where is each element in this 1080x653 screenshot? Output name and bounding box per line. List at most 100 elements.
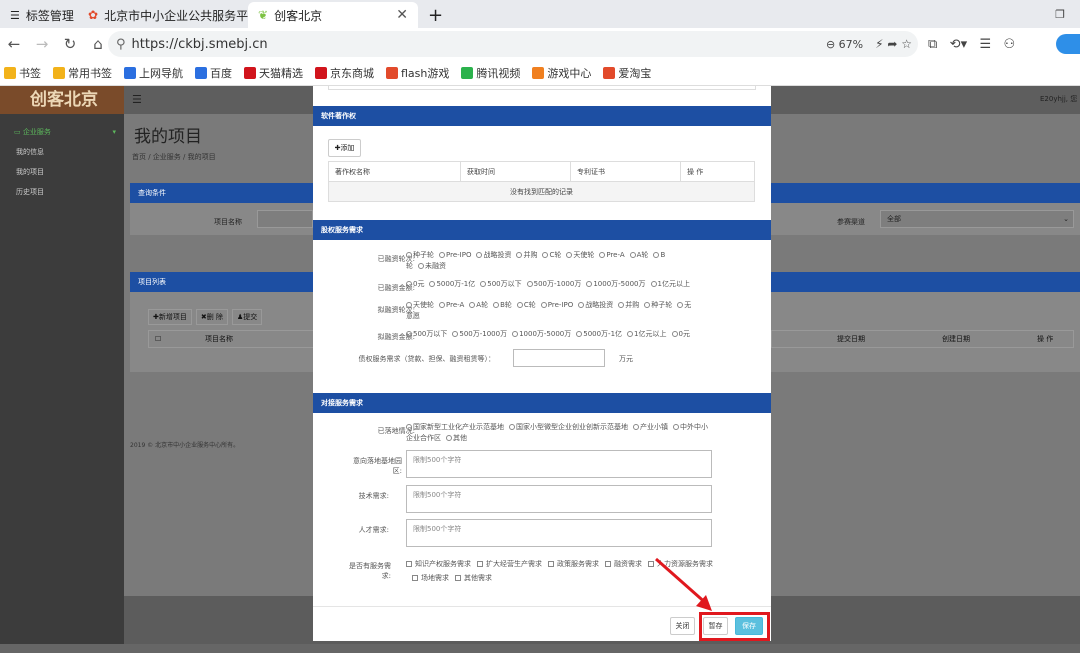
sidebar-item-history[interactable]: 历史项目 [0,182,124,202]
menu-toggle-icon[interactable]: ☰ [132,93,142,106]
service-option-label: 其他需求 [464,574,492,582]
channel-select[interactable]: 全部 ⌄ [880,210,1074,228]
back-icon[interactable]: ← [0,35,28,53]
url-field[interactable]: ⚲ https://ckbj.smebj.cn ⊖ 67% ⚡ ➦ ☆ [108,31,918,57]
toolbar-icons[interactable]: ⧉ ⟲▾ ☰ ⚇ [928,37,1015,52]
chevron-down-icon: ▾ [112,128,116,136]
service-option[interactable]: 场地需求 [412,574,449,582]
bookmark-item[interactable]: flash游戏 [386,65,449,81]
select-all-checkbox[interactable]: ☐ [155,331,161,347]
plan-amount-option[interactable]: 500万以下 [406,330,447,338]
tech-textarea[interactable]: 限制500个字符 [406,485,712,513]
forward-icon[interactable]: → [28,35,56,53]
round-option[interactable]: B [653,251,665,259]
service-option[interactable]: 其他需求 [455,574,492,582]
bookmark-item[interactable]: 常用书签 [53,65,112,81]
plan-round-option[interactable]: Pre-A [439,301,464,309]
plan-round-option[interactable]: 天使轮 [406,301,434,309]
add-software-button[interactable]: ✚添加 [328,139,361,157]
radio-icon [542,252,549,258]
extension-icons[interactable]: ⚡ ➦ ☆ [869,37,918,51]
plan-round-option[interactable]: A轮 [469,301,488,309]
plan-amount-option[interactable]: 0元 [671,330,690,338]
plan-rounds-label: 拟融资轮次: [377,306,415,314]
radio-icon [493,302,500,308]
round-option[interactable]: 战略投资 [476,251,511,259]
bookmark-label: 京东商城 [330,66,374,80]
service-option[interactable]: 扩大经营生产需求 [477,560,542,568]
tab-smebj[interactable]: ✿ 北京市中小企业公共服务平台 [78,2,260,28]
plan-round-option[interactable]: 战略投资 [578,301,613,309]
bookmark-item[interactable]: 天猫精选 [244,65,303,81]
round-option[interactable]: 天使轮 [566,251,594,259]
amount-option[interactable]: 0元 [406,280,424,288]
query-panel-header: 查询条件 [130,183,320,203]
bookmark-item[interactable]: 上网导航 [124,65,183,81]
amount-option[interactable]: 500万以下 [480,280,522,288]
new-tab-button[interactable]: + [418,2,448,28]
base-option[interactable]: 国家小型微型企业创业创新示范基地 [509,423,628,431]
base-option[interactable]: 国家新型工业化产业示范基地 [406,423,504,431]
round-option[interactable]: 并购 [516,251,537,259]
plan-amount-option[interactable]: 500万-1000万 [452,330,507,338]
round-option[interactable]: C轮 [542,251,561,259]
service-option[interactable]: 知识产权服务需求 [406,560,471,568]
submit-label: 提交 [243,313,258,321]
talent-textarea[interactable]: 限制500个字符 [406,519,712,547]
restore-window-icon[interactable]: ❐ [1040,2,1080,28]
user-name[interactable]: E20yhjj, 您 [1040,94,1077,104]
bookmark-item[interactable]: 百度 [195,65,232,81]
intent-base-textarea[interactable]: 限制500个字符 [406,450,712,478]
sidebar-item-my-projects[interactable]: 我的项目 [0,162,124,182]
tab-tag-manager[interactable]: ☰ 标签管理 [0,2,78,28]
plan-round-option[interactable]: Pre-IPO [540,301,573,309]
round-option[interactable]: Pre-IPO [439,251,471,259]
radio-icon [586,281,593,287]
debt-input[interactable] [513,349,605,367]
round-option[interactable]: Pre-A [599,251,625,259]
submit-button[interactable]: ♟提交 [231,309,263,325]
bookmark-item[interactable]: 京东商城 [315,65,374,81]
plan-round-option[interactable]: C轮 [516,301,536,309]
plan-round-option[interactable]: 种子轮 [644,301,672,309]
bookmark-item[interactable]: 游戏中心 [532,65,591,81]
radio-icon [452,331,459,337]
plan-round-option-label: Pre-A [446,301,465,309]
plan-round-option[interactable]: 并购 [618,301,639,309]
close-tab-icon[interactable]: ✕ [396,7,408,23]
bookmark-item[interactable]: 书签 [4,65,41,81]
round-option[interactable]: A轮 [629,251,648,259]
plan-amount-option[interactable]: 1000万-5000万 [512,330,571,338]
bookmark-item[interactable]: 爱淘宝 [603,65,651,81]
round-option[interactable]: 种子轮 [406,251,434,259]
sidebar-item-enterprise-service[interactable]: ▭ 企业服务 ▾ [0,122,124,142]
reload-icon[interactable]: ↻ [56,35,84,53]
amount-option[interactable]: 500万-1000万 [526,280,581,288]
plan-round-option[interactable]: 无 [677,301,691,309]
amount-option[interactable]: 1000万-5000万 [586,280,646,288]
amount-option[interactable]: 5000万-1亿 [429,280,475,288]
tab-ckbj[interactable]: ❦ 创客北京 ✕ [248,2,418,28]
add-project-button[interactable]: ✚新增项目 [148,309,192,325]
tab-label: 标签管理 [25,8,74,23]
cloud-icon[interactable] [1056,34,1080,54]
plan-amount-option[interactable]: 5000万-1亿 [576,330,622,338]
service-option[interactable]: 政策服务需求 [548,560,599,568]
zoom-level[interactable]: ⊖ 67% [826,38,863,51]
plan-round-option[interactable]: B轮 [493,301,512,309]
bookmark-icon [124,66,136,79]
chevron-down-icon: ⌄ [1063,215,1069,223]
base-option[interactable]: 产业小镇 [633,423,668,431]
delete-button[interactable]: ✖删 除 [195,309,228,325]
round-option[interactable]: 未融资 [418,262,446,270]
sidebar-item-my-info[interactable]: 我的信息 [0,142,124,162]
base-option[interactable]: 中外中小 [673,423,708,431]
radio-icon [629,252,636,258]
project-name-input[interactable] [257,210,313,228]
service-option[interactable]: 融资需求 [605,560,642,568]
base-options: 国家新型工业化产业示范基地 国家小型微型企业创业创新示范基地 产业小镇 中外中小 企业合… [406,422,736,444]
amount-option[interactable]: 1亿元以上 [650,280,690,288]
base-option[interactable]: 其他 [446,434,467,442]
bookmark-item[interactable]: 腾讯视频 [461,65,520,81]
plan-amount-option[interactable]: 1亿元以上 [627,330,667,338]
